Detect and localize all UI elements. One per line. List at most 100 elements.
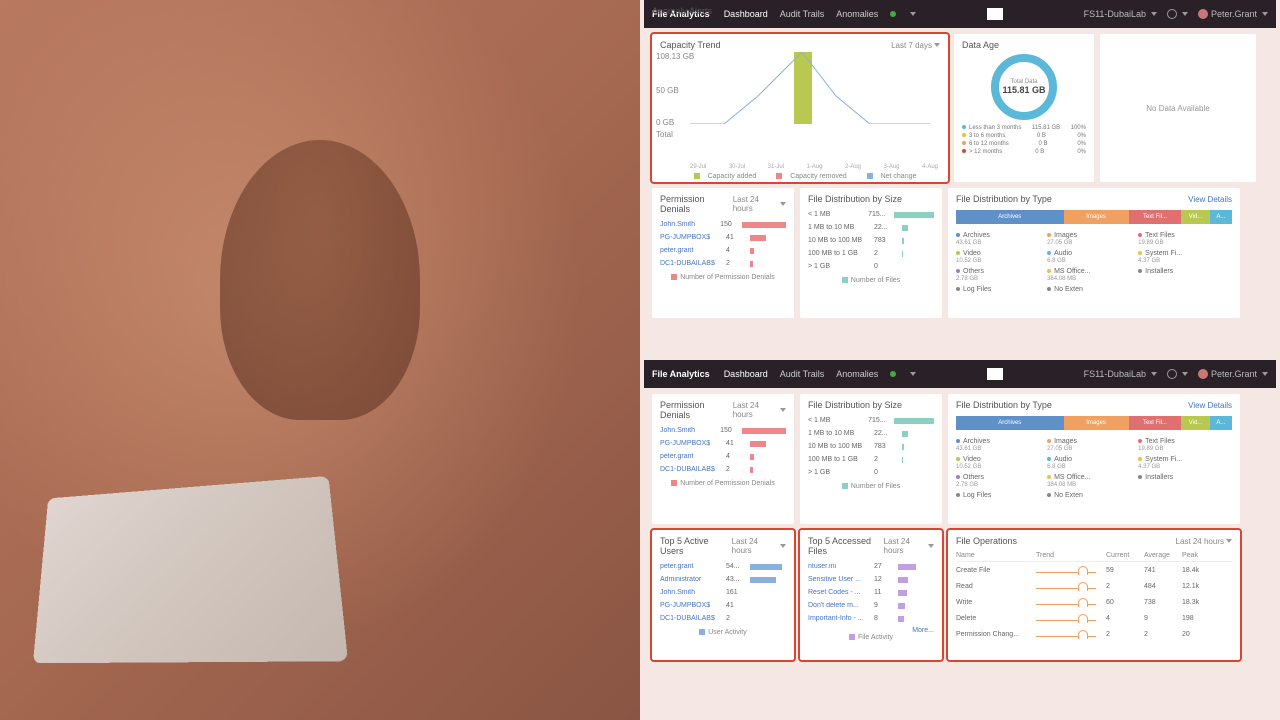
filetype-seg[interactable]: Text Fil... [1129, 416, 1182, 430]
nav-dashboard[interactable]: Dashboard [724, 369, 768, 379]
user-link[interactable]: peter.grant [660, 247, 726, 254]
user-link[interactable]: peter.grant [660, 563, 726, 570]
user-link[interactable]: PG-JUMPBOX$ [660, 234, 726, 241]
filetype-item: Installers [1138, 266, 1229, 284]
filetype-item: No Exten [1047, 490, 1138, 501]
user-link[interactable]: John.Smith [660, 427, 720, 434]
age-row: Less than 3 months115.81 GB100% [962, 124, 1086, 132]
filetype-item: Log Files [956, 490, 1047, 501]
view-details-link[interactable]: View Details [1188, 401, 1232, 410]
user-link[interactable]: DC1-DUBAILAB$ [660, 260, 726, 267]
filetype-item: Installers [1138, 472, 1229, 490]
filetype-seg[interactable]: Images [1064, 416, 1129, 430]
sparkline [1036, 629, 1096, 639]
user-link[interactable]: PG-JUMPBOX$ [660, 440, 726, 447]
logo-icon [987, 368, 1003, 380]
filetype-item: Text Files19.89 GB [1138, 230, 1229, 248]
more-link[interactable]: More... [912, 627, 934, 634]
filetype-item: Images27.05 GB [1047, 436, 1138, 454]
user-link[interactable]: PG-JUMPBOX$ [660, 602, 726, 609]
anomaly-alerts-card: Anomaly Alerts No Data Available [1100, 34, 1256, 182]
fileops-row: Create File5974118.4k [956, 562, 1232, 578]
filetype-item: Log Files [956, 284, 1047, 295]
fileops-header: NameTrendCurrentAveragePeak [956, 550, 1232, 562]
filetype-item: Audio6.8 GB [1047, 454, 1138, 472]
period-select[interactable]: Last 24 hours [733, 401, 786, 419]
period-select[interactable]: Last 24 hours [733, 195, 786, 213]
user-link[interactable]: DC1-DUBAILAB$ [660, 466, 726, 473]
view-details-link[interactable]: View Details [1188, 195, 1232, 204]
topbar: File Analytics Dashboard Audit Trails An… [644, 0, 1276, 28]
filedist-row: 10 MB to 100 MB783 [808, 234, 934, 247]
user-link[interactable]: peter.grant [660, 453, 726, 460]
filetype-seg[interactable]: Archives [956, 210, 1064, 224]
nav-anomalies[interactable]: Anomalies [836, 369, 878, 379]
logo-icon [987, 8, 1003, 20]
capacity-chart [690, 52, 930, 124]
user-link[interactable]: DC1-DUBAILAB$ [660, 615, 726, 622]
filetype-seg[interactable]: Images [1064, 210, 1129, 224]
data-age-card: Data Age Total Data 115.81 GB Less than … [954, 34, 1094, 182]
file-link[interactable]: Reset Codes - ... [808, 589, 874, 596]
nav-anomalies[interactable]: Anomalies [836, 9, 878, 19]
dashboard-pane-bottom: File Analytics Dashboard Audit Trails An… [644, 360, 1276, 720]
settings-gear-icon[interactable] [1167, 9, 1188, 19]
card-title: Capacity Trend [660, 40, 721, 50]
period-select[interactable]: Last 24 hours [1176, 537, 1232, 546]
status-dot[interactable] [890, 11, 896, 17]
file-dist-type-card: File Distribution by TypeView Details Ar… [948, 394, 1240, 524]
filetype-seg[interactable]: Vid... [1181, 416, 1209, 430]
topbar: File Analytics Dashboard Audit Trails An… [644, 360, 1276, 388]
fileops-row: Write6073818.3k [956, 594, 1232, 610]
filetype-seg[interactable]: Text Fil... [1129, 210, 1182, 224]
filetype-item: Images27.05 GB [1047, 230, 1138, 248]
perm-row: DC1-DUBAILAB$2 [660, 257, 786, 270]
user-link[interactable]: John.Smith [660, 221, 720, 228]
filedist-row: < 1 MB715... [808, 208, 934, 221]
sparkline [1036, 613, 1096, 623]
filetype-item: MS Office...384.08 MB [1047, 266, 1138, 284]
file-link[interactable]: Sensitive User ... [808, 576, 874, 583]
file-link[interactable]: Important-Info - ... [808, 615, 874, 622]
filetype-item: System Fi...4.37 GB [1138, 248, 1229, 266]
file-link[interactable]: ntuser.ini [808, 563, 874, 570]
user-menu[interactable]: Peter.Grant [1198, 369, 1268, 379]
status-dot[interactable] [890, 371, 896, 377]
filedist-row: > 1 GB0 [808, 260, 934, 273]
filetype-item: System Fi...4.37 GB [1138, 454, 1229, 472]
filetype-item: Others2.78 GB [956, 472, 1047, 490]
nav-audit[interactable]: Audit Trails [780, 9, 825, 19]
period-select[interactable]: Last 24 hours [884, 537, 934, 555]
dashboard-pane-top: File Analytics Dashboard Audit Trails An… [644, 0, 1276, 360]
period-select[interactable]: Last 7 days [891, 41, 940, 50]
filetype-seg[interactable]: Vid... [1181, 210, 1209, 224]
file-operations-card: File OperationsLast 24 hours NameTrendCu… [948, 530, 1240, 660]
user-row: DC1-DUBAILAB$2 [660, 612, 786, 625]
cluster-select[interactable]: FS11-DubaiLab [1084, 9, 1157, 19]
perm-row: PG-JUMPBOX$41 [660, 231, 786, 244]
cluster-select[interactable]: FS11-DubaiLab [1084, 369, 1157, 379]
file-row: Reset Codes - ...11 [808, 586, 934, 599]
user-link[interactable]: Administrator [660, 576, 726, 583]
perm-row: PG-JUMPBOX$41 [660, 437, 786, 450]
file-dist-type-card: File Distribution by TypeView Details Ar… [948, 188, 1240, 318]
user-menu[interactable]: Peter.Grant [1198, 9, 1268, 19]
perm-row: John.Smith150 [660, 424, 786, 437]
period-select[interactable]: Last 24 hours [732, 537, 786, 555]
nav-dashboard[interactable]: Dashboard [724, 9, 768, 19]
settings-gear-icon[interactable] [1167, 369, 1188, 379]
filetype-seg[interactable]: Archives [956, 416, 1064, 430]
nav-audit[interactable]: Audit Trails [780, 369, 825, 379]
filetype-seg[interactable]: A... [1210, 210, 1232, 224]
file-link[interactable]: Don't delete m... [808, 602, 874, 609]
anomaly-empty: No Data Available [1146, 104, 1209, 113]
perm-row: peter.grant4 [660, 450, 786, 463]
filetype-item: MS Office...384.08 MB [1047, 472, 1138, 490]
filetype-item: Audio6.8 GB [1047, 248, 1138, 266]
filetype-seg[interactable]: A... [1210, 416, 1232, 430]
filedist-row: 100 MB to 1 GB2 [808, 247, 934, 260]
user-link[interactable]: John.Smith [660, 589, 726, 596]
file-dist-size-card: File Distribution by Size < 1 MB715...1 … [800, 188, 942, 318]
perm-row: peter.grant4 [660, 244, 786, 257]
hero-photo [0, 0, 640, 720]
